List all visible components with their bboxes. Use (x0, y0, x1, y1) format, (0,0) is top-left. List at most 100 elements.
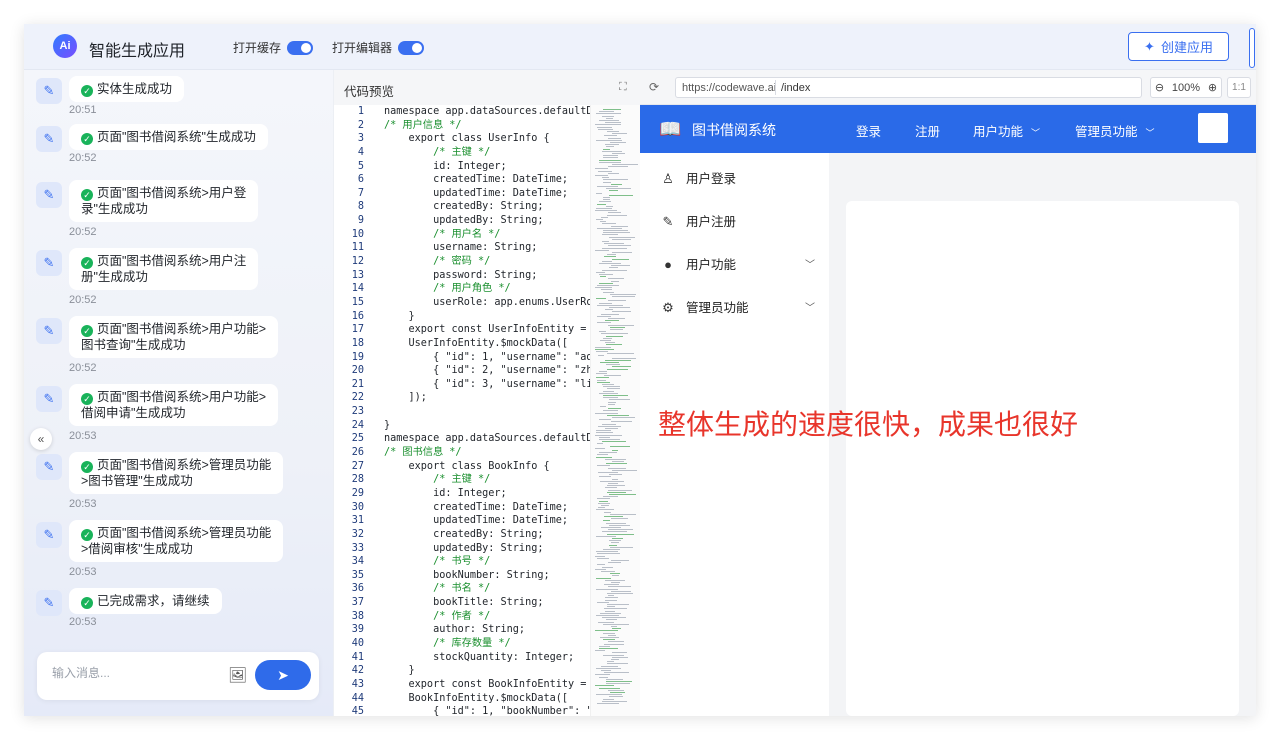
code-editor[interactable]: 1 namespace app.dataSources.defaultDS.e 2 /… (334, 105, 590, 716)
minimap-line (603, 109, 621, 110)
minimap-line (606, 619, 617, 621)
minimap-line (605, 342, 615, 344)
message-bubble: ✓ 页面"图书借阅系统>用户注 册"生成成功 (69, 248, 259, 290)
minimap-line (599, 439, 620, 440)
minimap-line (598, 502, 610, 504)
minimap-line (611, 225, 628, 227)
minimap-line (606, 522, 626, 524)
nav-user-functions[interactable]: 用户功能 ﹀ (973, 121, 1040, 140)
code-text: export class BookInfo { (384, 460, 550, 472)
actual-size-button[interactable]: 1:1 (1227, 77, 1251, 98)
minimap-line (606, 146, 614, 148)
minimap-line (602, 241, 609, 242)
sidebar-item-label: 用户功能 (686, 258, 737, 272)
minimap-line (610, 326, 625, 328)
code-line: 32 createdBy: String; (334, 528, 590, 542)
message-bubble: ✓ 页面"图书借阅系统>用户登 录"生成成功 (69, 180, 259, 222)
url-field[interactable]: https://codewave.ai /index (675, 77, 1142, 98)
send-button[interactable]: ➤ (255, 660, 311, 690)
zoom-out-icon[interactable]: ⊖ (1155, 81, 1164, 94)
sidebar-item-admin-functions[interactable]: ⚙ 管理员功能 ﹀ (660, 297, 815, 316)
expand-icon[interactable]: ⛶ (619, 81, 627, 94)
cache-toggle-switch[interactable] (287, 40, 314, 55)
gear-icon: ⚙ (662, 300, 674, 315)
code-text: /* 库存数量 */ (384, 637, 511, 649)
code-line: 25 namespace app.dataSources.defaultDS.e (334, 432, 590, 446)
code-text: /* 主键 */ (384, 474, 491, 486)
minimap-line (596, 219, 603, 220)
code-line: 2 /* 用户信息 */ (334, 119, 590, 133)
sidebar-item-user-register[interactable]: ✎ 用户注册 (660, 211, 815, 230)
minimap-line (602, 177, 609, 179)
minimap-line (595, 630, 618, 632)
image-upload-icon[interactable]: 🖼 (228, 667, 247, 685)
nav-register[interactable]: 注册 (915, 121, 940, 140)
code-text: userRole: app.enums.UserRole; (384, 296, 590, 308)
chevron-down-icon: ﹀ (805, 260, 815, 271)
create-app-button[interactable]: ✦ 创建应用 (1128, 32, 1229, 61)
minimap-line (596, 615, 619, 616)
code-text: /* 作者 */ (384, 610, 491, 622)
minimap-line (596, 139, 622, 141)
code-text: /* 用户角色 */ (384, 283, 511, 295)
message-input[interactable] (52, 666, 212, 680)
minimap-line (608, 529, 633, 531)
code-line: 19 { "id": 1, "username": "admir (334, 351, 590, 365)
minimap-line (608, 483, 618, 484)
sidebar-item-user-functions[interactable]: ● 用户功能 ﹀ (660, 254, 815, 273)
refresh-icon[interactable]: ⟳ (649, 80, 659, 94)
minimap-line (595, 249, 609, 251)
line-number: 36 (351, 583, 364, 595)
editor-toggle-switch[interactable] (398, 40, 425, 55)
minimap-line (610, 513, 636, 515)
code-minimap[interactable] (590, 105, 641, 716)
message-text: 页面"图书借阅系统"生成成功 (97, 130, 256, 144)
zoom-in-icon[interactable]: ⊕ (1208, 81, 1217, 94)
minimap-line (596, 535, 616, 537)
minimap-line (611, 280, 619, 282)
line-number: 14 (351, 283, 364, 295)
line-number: 8 (357, 201, 364, 213)
minimap-line (603, 410, 618, 412)
code-text: { "id": 3, "username": "lisi" (384, 378, 590, 390)
minimap-line (602, 617, 626, 619)
minimap-line (612, 478, 618, 480)
scrollbar[interactable] (1249, 28, 1255, 68)
code-line: 33 updatedBy: String; (334, 542, 590, 556)
line-number: 42 (351, 665, 364, 677)
code-line: 24} (334, 419, 590, 433)
minimap-line (611, 590, 631, 592)
minimap-line (602, 115, 614, 117)
nav-admin-functions[interactable]: 管理员功能 ﹀ (1075, 121, 1155, 140)
minimap-line (612, 357, 636, 359)
url-path[interactable]: /index (781, 82, 810, 94)
minimap-line (598, 425, 621, 427)
code-preview-panel: 代码预览 ⛶ 1 namespace app.dataSources.defaul… (333, 70, 641, 716)
check-circle-icon: ✓ (81, 85, 93, 97)
minimap-line (610, 329, 623, 330)
collapse-panel-icon[interactable]: « (30, 428, 52, 450)
sidebar-item-user-login[interactable]: ♙ 用户登录 (660, 168, 815, 187)
minimap-line (601, 527, 621, 528)
check-circle-icon: ✓ (81, 597, 93, 609)
code-line: 40 /* 库存数量 */ (334, 637, 590, 651)
minimap-line (597, 601, 609, 603)
minimap-line (609, 524, 630, 526)
minimap-line (604, 584, 619, 586)
site-content-card (846, 201, 1239, 716)
minimap-line (607, 491, 626, 493)
minimap-line (597, 703, 619, 704)
minimap-line (600, 612, 621, 614)
check-circle-icon: ✓ (81, 461, 93, 473)
avatar[interactable] (1198, 113, 1228, 143)
ai-assistant-icon: ✎ (36, 386, 62, 412)
minimap-line (602, 700, 627, 702)
minimap-line (608, 408, 621, 410)
minimap-line (604, 516, 623, 517)
minimap-line (606, 188, 631, 190)
nav-login[interactable]: 登录 (856, 121, 881, 140)
minimap-line (603, 623, 629, 625)
minimap-line (597, 304, 623, 306)
code-line: 5 id: Integer; (334, 160, 590, 174)
minimap-line (608, 172, 619, 174)
